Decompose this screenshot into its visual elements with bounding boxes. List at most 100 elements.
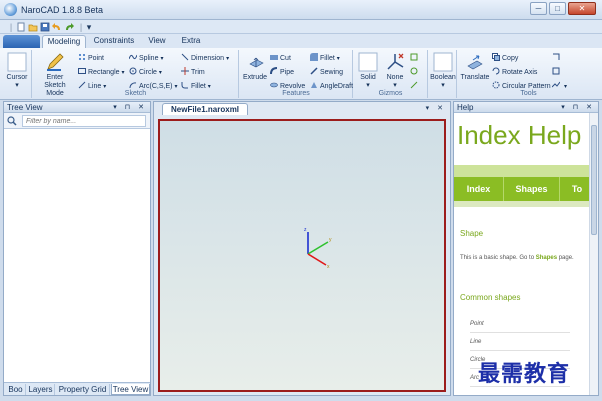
title-bar: NaroCAD 1.8.8 Beta ─ □ ✕ (0, 0, 602, 20)
cut-label: Cut (280, 55, 291, 62)
rectangle-label: Rectangle (88, 69, 120, 76)
tools-group: Translate Copy Rotate Axis Circular Patt… (458, 50, 599, 98)
scale-icon (552, 67, 560, 75)
tab-extra[interactable]: Extra (176, 35, 206, 48)
point-button[interactable]: Point (78, 53, 104, 63)
tab-property-grid[interactable]: Property Grid (56, 384, 110, 395)
tab-tree-view[interactable]: Tree View (111, 384, 150, 395)
tree-view-controls[interactable]: ▾ ⊓ ✕ (113, 102, 147, 113)
maximize-button[interactable]: □ (549, 2, 566, 15)
help-nav-shapes[interactable]: Shapes (504, 177, 560, 201)
dimension-label: Dimension (191, 55, 225, 62)
window-title: NaroCAD 1.8.8 Beta (21, 5, 104, 15)
help-nav-index[interactable]: Index (454, 177, 504, 201)
boolean-icon (433, 52, 453, 72)
array-icon (551, 81, 561, 89)
ribbon: Cursor ▾ Enter Sketch Mode Point Rectang… (0, 48, 602, 100)
fillet-feature-icon (310, 53, 318, 61)
copy-button[interactable]: Copy (492, 53, 518, 63)
tools-group-label: Tools (520, 90, 537, 97)
fillet-button[interactable]: Fillet ▾ (310, 53, 340, 63)
circular-pattern-label: Circular Pattern (502, 83, 551, 90)
gizmo-rotate-button[interactable] (410, 67, 420, 77)
cursor-button[interactable]: Cursor ▾ (5, 52, 29, 90)
tool-extra-button-2[interactable] (552, 67, 562, 77)
tab-boo[interactable]: Boo (6, 384, 26, 395)
circle-button[interactable]: Circle ▾ (129, 67, 162, 77)
spline-button[interactable]: Spline ▾ (128, 53, 163, 63)
translate-button[interactable]: Translate (460, 52, 490, 82)
angledraft-icon (310, 81, 318, 89)
spline-icon (128, 53, 138, 61)
extrude-icon (245, 52, 265, 72)
gizmos-group: Solid ▾ None ▾ Gizmos (354, 50, 428, 98)
help-list-item[interactable]: Point (470, 321, 570, 333)
help-nav: Index Shapes To (454, 177, 590, 201)
solid-button[interactable]: Solid ▾ (357, 52, 379, 90)
tab-constraints[interactable]: Constraints (92, 35, 136, 48)
sewing-button[interactable]: Sewing (310, 67, 343, 77)
dimension-icon (181, 53, 189, 61)
rectangle-button[interactable]: Rectangle ▾ (78, 67, 125, 77)
save-icon[interactable] (40, 22, 50, 32)
document-controls[interactable]: ▾ ✕ (426, 104, 446, 112)
boolean-dropdown-icon: ▾ (441, 82, 445, 89)
axis-label-z: z (304, 227, 307, 233)
filter-input[interactable] (22, 115, 146, 127)
extrude-button[interactable]: Extrude (242, 52, 268, 82)
window-controls: ─ □ ✕ (530, 2, 596, 15)
redo-icon[interactable] (64, 22, 74, 32)
none-gizmo-button[interactable]: None ▾ (383, 52, 407, 90)
revolve-label: Revolve (280, 83, 306, 90)
fillet-label: Fillet (320, 55, 335, 62)
status-bar (0, 396, 602, 401)
arc-icon (129, 81, 137, 89)
help-section-shape: Shape (460, 229, 484, 238)
fillet-dropdown-icon: ▾ (336, 56, 340, 62)
none-gizmo-label: None (386, 74, 404, 81)
help-nav-tools[interactable]: To (560, 177, 590, 201)
rectangle-icon (78, 67, 86, 75)
cut-button[interactable]: Cut (270, 53, 291, 63)
trim-button[interactable]: Trim (181, 67, 205, 77)
tool-extra-button-1[interactable] (552, 53, 562, 63)
help-band-lower (454, 201, 590, 207)
qat-dropdown-icon[interactable]: ▾ (84, 22, 94, 32)
cut-icon (270, 53, 278, 61)
cursor-label: Cursor (6, 74, 28, 81)
open-icon[interactable] (28, 22, 38, 32)
help-scrollbar[interactable] (589, 113, 598, 395)
boolean-button[interactable]: Boolean ▾ (430, 52, 456, 90)
close-button[interactable]: ✕ (568, 2, 596, 15)
solid-dropdown-icon: ▾ (366, 82, 370, 89)
cursor-group: Cursor ▾ (2, 50, 32, 98)
axis-label-y: y (329, 237, 332, 243)
3d-viewport[interactable]: z y x (158, 119, 446, 392)
move-gizmo-icon (410, 53, 418, 61)
tab-modeling[interactable]: Modeling (42, 35, 86, 48)
naro-app-icon[interactable] (4, 3, 17, 16)
help-list-item[interactable]: Line (470, 339, 570, 351)
help-panel: Help ▾ ⊓ ✕ Index Help Index Shapes To Sh… (453, 101, 599, 396)
gizmo-move-button[interactable] (410, 53, 420, 63)
sewing-icon (310, 67, 318, 75)
help-controls[interactable]: ▾ ⊓ ✕ (561, 102, 595, 113)
pipe-button[interactable]: Pipe (270, 67, 294, 77)
new-icon[interactable] (16, 22, 26, 32)
dimension-button[interactable]: Dimension ▾ (181, 53, 229, 63)
rotate-gizmo-icon (410, 67, 418, 75)
document-tab[interactable]: NewFile1.naroxml (162, 103, 249, 115)
help-scroll-thumb[interactable] (591, 125, 597, 235)
rotate-axis-button[interactable]: Rotate Axis (492, 67, 537, 77)
help-section-common-shapes: Common shapes (460, 293, 521, 302)
help-page-title: Index Help (457, 120, 582, 150)
circular-pattern-icon (492, 81, 500, 89)
cursor-icon (7, 52, 27, 72)
undo-icon[interactable] (52, 22, 62, 32)
circle-icon (129, 67, 137, 75)
tab-layers[interactable]: Layers (27, 384, 55, 395)
minimize-button[interactable]: ─ (530, 2, 547, 15)
help-shapes-link[interactable]: Shapes (536, 255, 557, 261)
tab-view[interactable]: View (142, 35, 172, 48)
application-menu-button[interactable] (3, 35, 40, 48)
